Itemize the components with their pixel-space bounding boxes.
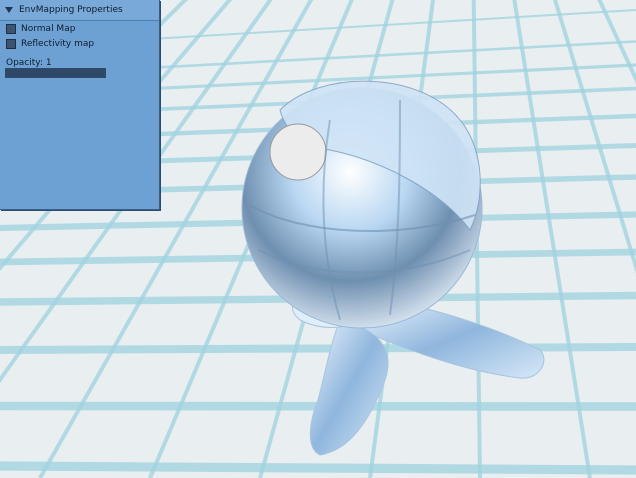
panel-titlebar[interactable]: EnvMapping Properties bbox=[0, 0, 159, 21]
normal-map-checkbox[interactable] bbox=[6, 23, 16, 34]
opacity-slider-fill bbox=[6, 69, 105, 77]
collapse-triangle-icon[interactable] bbox=[5, 7, 13, 13]
normal-map-label: Normal Map bbox=[21, 23, 76, 34]
reflectivity-map-checkbox[interactable] bbox=[6, 38, 16, 49]
normal-map-option[interactable]: Normal Map bbox=[0, 21, 159, 36]
floor-grid-line bbox=[0, 343, 636, 354]
reflectivity-map-label: Reflectivity map bbox=[21, 38, 95, 49]
shader-ball-inner bbox=[269, 123, 327, 181]
reflectivity-map-option[interactable]: Reflectivity map bbox=[0, 36, 159, 51]
opacity-label: Opacity: 1 bbox=[6, 58, 52, 68]
panel-title: EnvMapping Properties bbox=[19, 5, 123, 15]
envmapping-properties-panel: EnvMapping Properties Normal Map Reflect… bbox=[0, 0, 160, 210]
opacity-slider[interactable] bbox=[5, 68, 106, 78]
floor-grid-line bbox=[0, 461, 636, 475]
